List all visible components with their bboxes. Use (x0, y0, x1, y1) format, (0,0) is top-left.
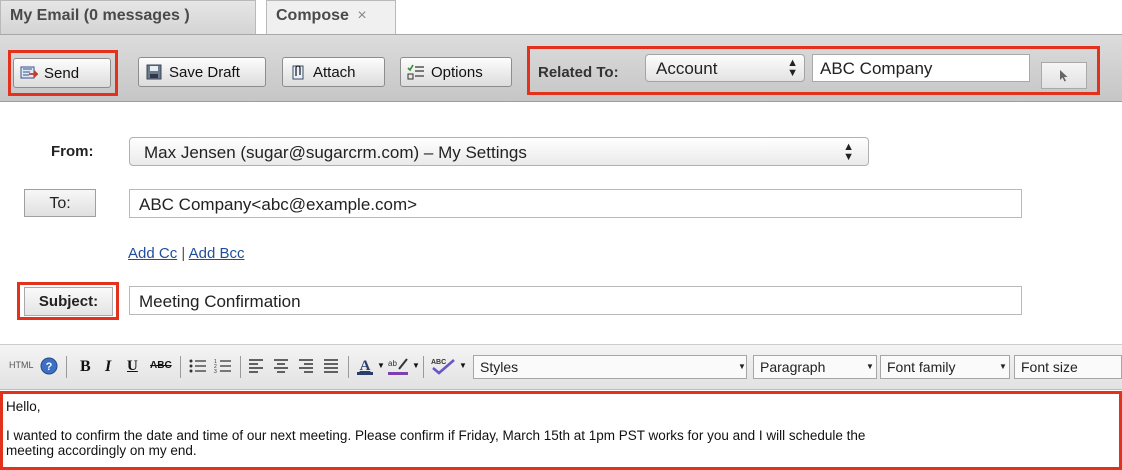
options-button-label: Options (431, 63, 483, 81)
text-color-dropdown-icon[interactable]: ▼ (377, 361, 385, 370)
save-draft-label: Save Draft (169, 63, 240, 81)
strikethrough-button[interactable]: ABC (150, 360, 172, 371)
select-arrows-icon: ▲ ▼ (843, 141, 854, 163)
subject-field[interactable]: Meeting Confirmation (129, 286, 1022, 315)
help-icon[interactable]: ? (40, 357, 58, 375)
tab-my-email-label: My Email (0 messages ) (10, 7, 190, 24)
toolbar-divider (180, 356, 181, 378)
body-text-line: I wanted to confirm the date and time of… (6, 428, 866, 443)
send-button-label: Send (44, 64, 80, 82)
toolbar-divider (66, 356, 67, 378)
tab-my-email[interactable]: My Email (0 messages ) (0, 0, 256, 34)
body-text-line: meeting accordingly on my end. (6, 443, 197, 458)
font-family-dropdown-icon: ▼ (999, 362, 1007, 371)
align-justify-icon[interactable] (323, 358, 339, 374)
toolbar-divider (348, 356, 349, 378)
bullet-list-icon[interactable] (189, 358, 207, 374)
link-separator: | (181, 245, 186, 262)
bold-button[interactable]: B (80, 358, 91, 376)
font-family-dropdown[interactable]: Font family ▼ (880, 355, 1010, 379)
toolbar-divider (423, 356, 424, 378)
cc-bcc-links: Add Cc | Add Bcc (128, 245, 245, 262)
subject-label: Subject: (24, 287, 113, 316)
styles-dropdown-icon: ▼ (738, 362, 746, 371)
options-button[interactable]: Options (400, 57, 512, 87)
highlight-color-icon[interactable]: ab (387, 356, 409, 376)
tab-compose-label: Compose (276, 7, 349, 24)
svg-text:?: ? (46, 361, 53, 373)
cursor-arrow-icon (1060, 69, 1068, 81)
italic-button[interactable]: I (105, 358, 111, 376)
from-label: From: (51, 143, 94, 160)
paragraph-dropdown[interactable]: Paragraph ▼ (753, 355, 877, 379)
from-value: Max Jensen (sugar@sugarcrm.com) – My Set… (144, 143, 527, 162)
body-blank-line (6, 414, 1122, 428)
send-button[interactable]: Send (13, 58, 111, 88)
to-button-label: To: (49, 195, 71, 212)
toolbar-divider (240, 356, 241, 378)
close-icon[interactable]: × (357, 7, 366, 24)
subject-label-text: Subject: (38, 293, 99, 310)
attach-button-label: Attach (313, 63, 356, 81)
from-select[interactable]: Max Jensen (sugar@sugarcrm.com) – My Set… (129, 137, 869, 166)
svg-text:ab: ab (388, 359, 397, 368)
align-center-icon[interactable] (273, 358, 289, 374)
styles-dropdown[interactable]: Styles ▼ (473, 355, 747, 379)
highlight-dropdown-icon[interactable]: ▼ (412, 361, 420, 370)
paragraph-dropdown-icon: ▼ (866, 362, 874, 371)
align-left-icon[interactable] (248, 358, 264, 374)
html-button[interactable]: HTML (9, 360, 34, 370)
styles-value: Styles (480, 359, 519, 375)
options-icon (407, 64, 424, 80)
font-size-dropdown[interactable]: Font size (1014, 355, 1122, 379)
related-name-value: ABC Company (820, 59, 933, 78)
spellcheck-icon[interactable]: ABC (430, 356, 456, 376)
floppy-disk-icon (146, 64, 162, 80)
body-greeting: Hello, (6, 399, 41, 414)
spellcheck-dropdown-icon[interactable]: ▼ (459, 361, 467, 370)
to-field[interactable]: ABC Company<abc@example.com> (129, 189, 1022, 218)
svg-text:A: A (360, 358, 371, 374)
to-value: ABC Company<abc@example.com> (139, 195, 418, 214)
related-name-input[interactable]: ABC Company (812, 54, 1030, 82)
tab-compose[interactable]: Compose × (266, 0, 396, 36)
email-body-editor[interactable]: Hello, I wanted to confirm the date and … (0, 391, 1122, 470)
compose-toolbar: Send Save Draft Attach Options Related T… (0, 34, 1122, 102)
related-type-value: Account (656, 59, 718, 78)
send-icon (20, 66, 38, 79)
svg-text:ABC: ABC (431, 359, 446, 366)
save-draft-button[interactable]: Save Draft (138, 57, 266, 87)
align-right-icon[interactable] (298, 358, 314, 374)
font-family-value: Font family (887, 359, 956, 375)
editor-toolbar: HTML ? B I U ABC 1 2 3 A ▼ ab ▼ ABC ▼ St… (0, 344, 1122, 390)
related-to-label: Related To: (538, 64, 619, 81)
attach-button[interactable]: Attach (282, 57, 385, 87)
font-size-value: Font size (1021, 359, 1078, 375)
svg-text:3: 3 (214, 369, 217, 374)
related-type-select[interactable]: Account ▲ ▼ (645, 54, 805, 82)
subject-value: Meeting Confirmation (139, 292, 301, 311)
underline-button[interactable]: U (127, 358, 138, 375)
paragraph-value: Paragraph (760, 359, 826, 375)
add-bcc-link[interactable]: Add Bcc (189, 245, 245, 262)
numbered-list-icon[interactable]: 1 2 3 (214, 358, 232, 374)
paperclip-icon (292, 65, 304, 80)
select-arrows-icon: ▲ ▼ (787, 57, 798, 79)
to-button[interactable]: To: (24, 189, 96, 217)
text-color-icon[interactable]: A (356, 356, 374, 376)
select-related-button[interactable] (1041, 62, 1087, 89)
add-cc-link[interactable]: Add Cc (128, 245, 177, 262)
